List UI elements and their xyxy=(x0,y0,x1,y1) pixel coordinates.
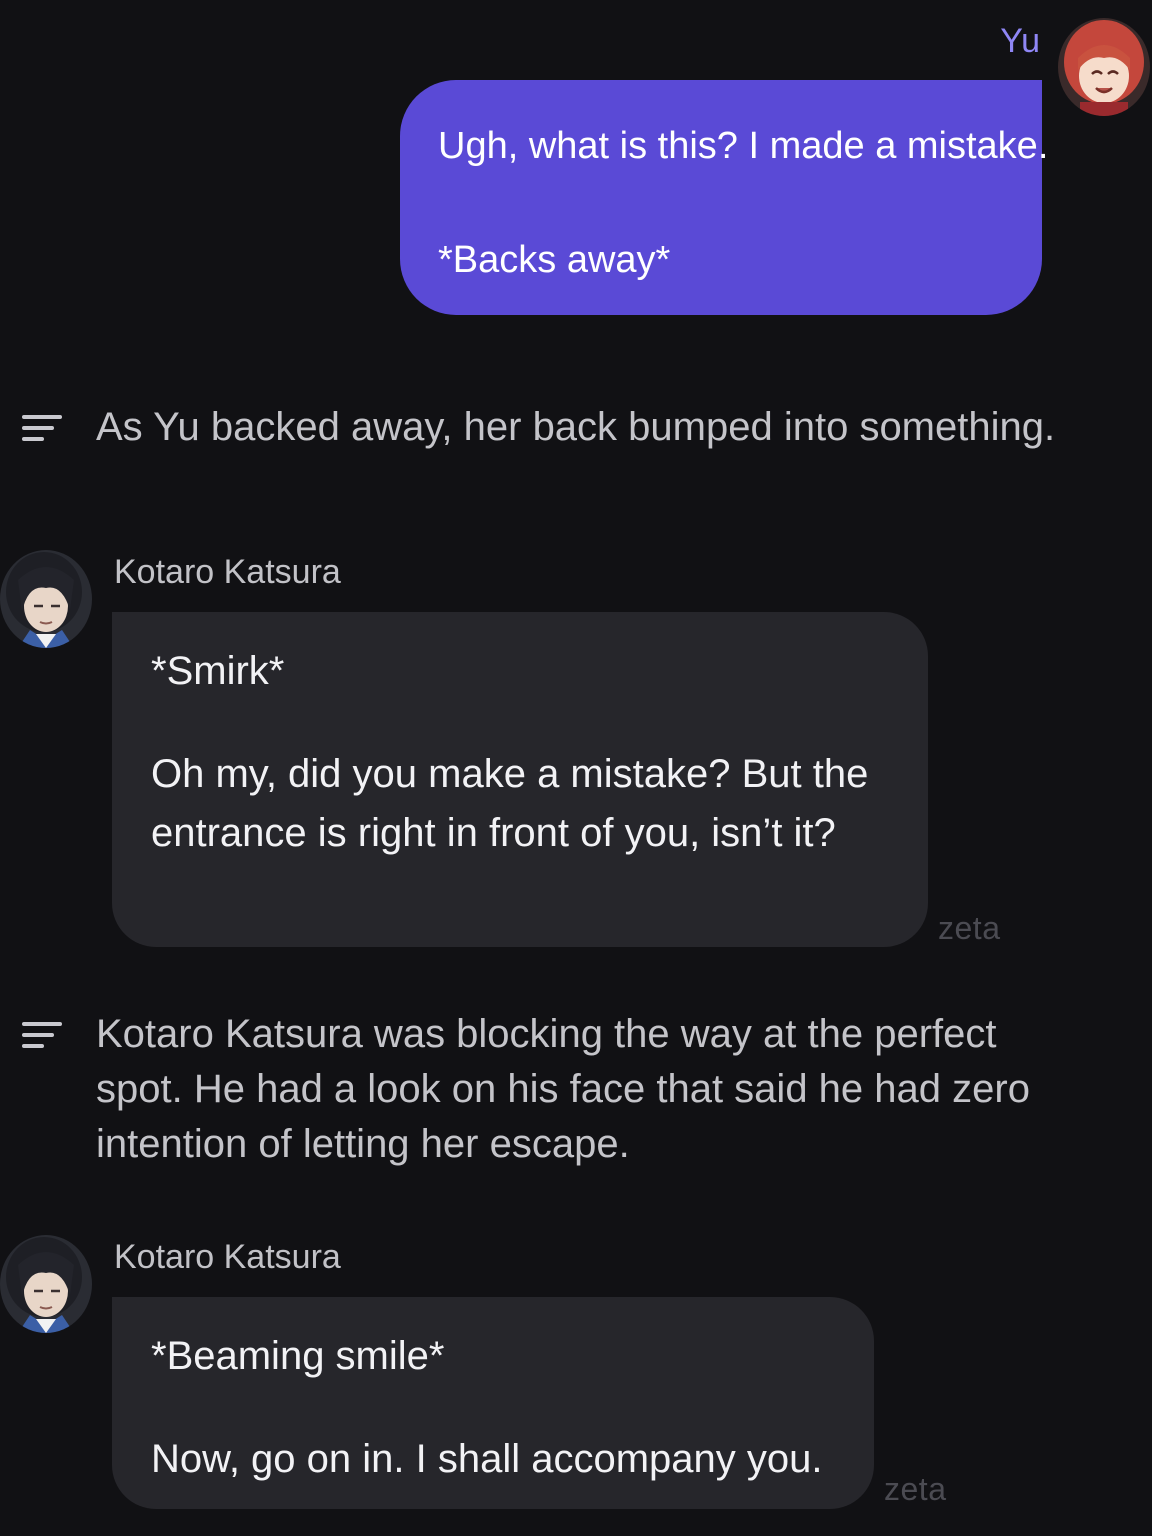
brand-watermark: zeta xyxy=(938,910,1001,946)
user-avatar[interactable] xyxy=(1058,18,1150,116)
bot-message-line: Now, go on in. I shall accompany you. xyxy=(151,1437,823,1481)
brand-watermark: zeta xyxy=(884,1471,947,1507)
bot-message-line: *Smirk* xyxy=(151,649,285,693)
user-message-line: Ugh, what is this? I made a mistake. xyxy=(438,125,1049,167)
narration-block: As Yu backed away, her back bumped into … xyxy=(22,400,1132,455)
narration-text: As Yu backed away, her back bumped into … xyxy=(96,405,1056,449)
bot-message-bubble[interactable]: *Beaming smile* Now, go on in. I shall a… xyxy=(112,1297,874,1509)
bot-avatar[interactable] xyxy=(0,550,92,648)
bot-message-line: *Beaming smile* xyxy=(151,1334,445,1378)
narration-lines-icon xyxy=(22,1022,62,1052)
bot-message-bubble[interactable]: *Smirk* Oh my, did you make a mistake? B… xyxy=(112,612,928,947)
narration-lines-icon xyxy=(22,415,62,445)
narration-text: Kotaro Katsura was blocking the way at t… xyxy=(96,1012,1030,1166)
user-message-bubble[interactable]: Ugh, what is this? I made a mistake. *Ba… xyxy=(400,80,1049,315)
user-message-line: *Backs away* xyxy=(438,239,671,281)
bot-sender-name: Kotaro Katsura xyxy=(114,553,341,591)
bot-sender-name: Kotaro Katsura xyxy=(114,1238,341,1276)
user-sender-name: Yu xyxy=(1000,22,1040,60)
bot-message-line: Oh my, did you make a mistake? But the e… xyxy=(151,752,869,855)
narration-block: Kotaro Katsura was blocking the way at t… xyxy=(22,1007,1132,1172)
bot-avatar[interactable] xyxy=(0,1235,92,1333)
